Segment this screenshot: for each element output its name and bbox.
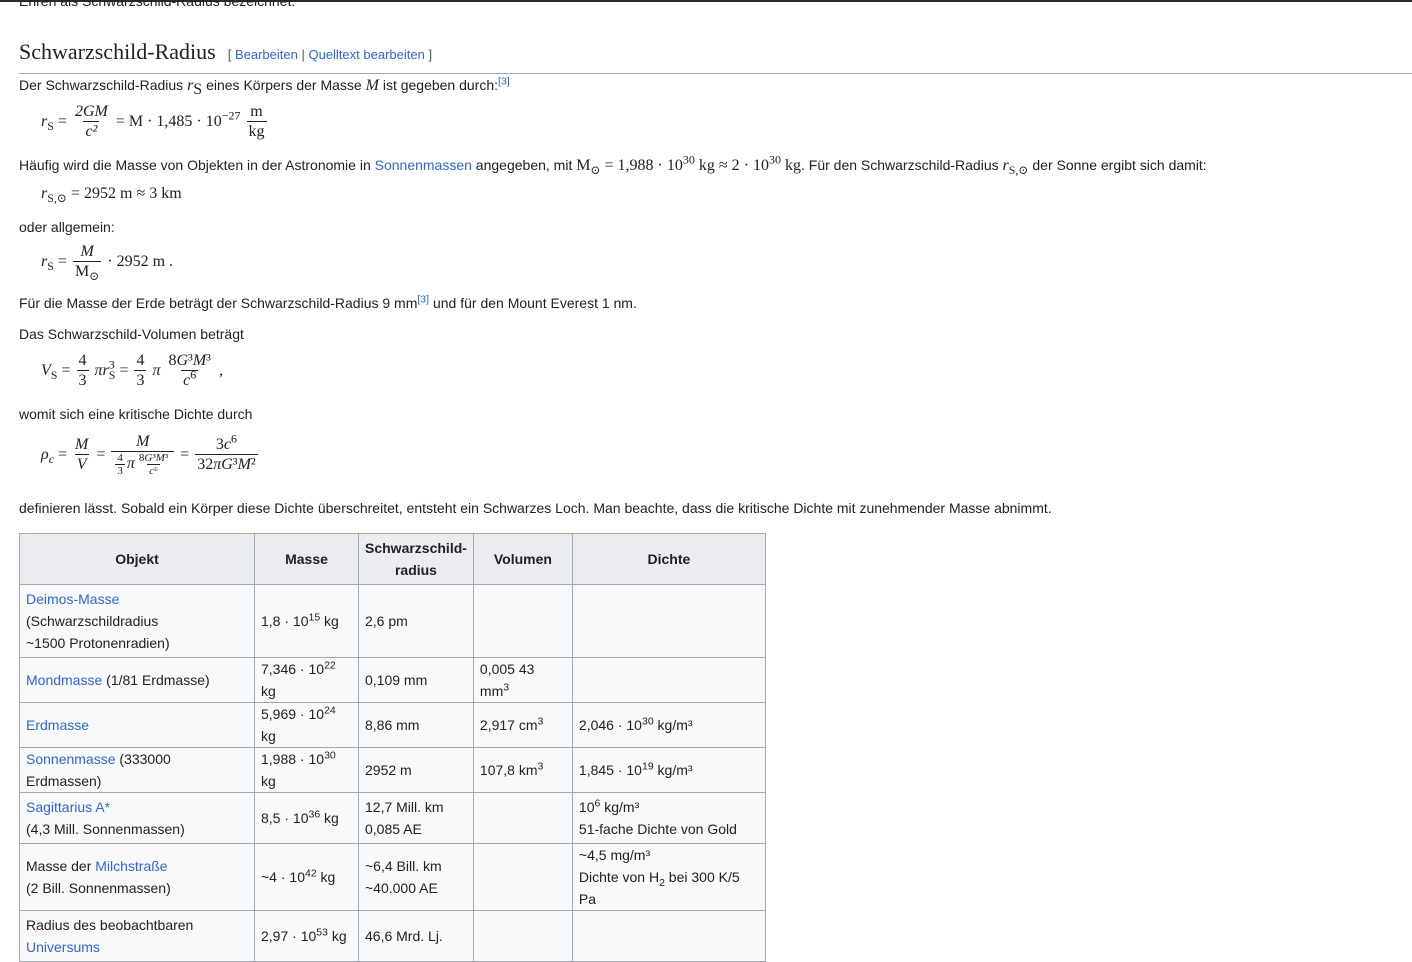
paragraph-density: womit sich eine kritische Dichte durch	[19, 406, 253, 422]
table-row: Deimos-Masse (Schwarzschildradius ~1500 Pr…	[19, 584, 766, 658]
formula-sun-radius: rS,⊙ = 2952 m ≈ 3 km	[41, 185, 182, 206]
table-row: Masse der Milchstraße (2 Bill. Sonnenmass…	[19, 843, 766, 911]
formula-volume: VS = 43 πr3S = 43π 8G³M³ c6,	[41, 352, 223, 389]
formula-schwarzschild-radius: rS = 2GM c² = M · 1,485 · 10−27 m kg	[41, 103, 267, 140]
col-radius: Schwarzschild-radius	[358, 533, 474, 585]
edit-source-link[interactable]: Quelltext bearbeiten	[308, 47, 424, 62]
link-universum[interactable]: Universums	[26, 939, 100, 955]
paragraph-sun: Häufig wird die Masse von Objekten in de…	[19, 152, 1207, 178]
formula-general: rS = M M⊙ · 2952 m.	[41, 243, 174, 284]
paragraph-intro: Der Schwarzschild-Radius rS eines Körper…	[19, 75, 510, 98]
density-table: Objekt Masse Schwarzschild-radius Volume…	[19, 533, 766, 962]
link-milchstrasse[interactable]: Milchstraße	[95, 858, 167, 874]
paragraph-earth: Für die Masse der Erde beträgt der Schwa…	[19, 293, 637, 311]
ref-link-2[interactable]: [3]	[417, 293, 429, 305]
col-masse: Masse	[254, 533, 359, 585]
link-sonnenmassen[interactable]: Sonnenmassen	[375, 157, 472, 173]
ref-link[interactable]: [3]	[498, 75, 510, 87]
table-row: Mondmasse (1/81 Erdmasse) 7,346 · 1022 k…	[19, 657, 766, 703]
previous-paragraph-cut: Ehren als Schwarzschild-Radius bezeichne…	[19, 0, 296, 9]
edit-section: [ Bearbeiten | Quelltext bearbeiten ]	[227, 47, 433, 62]
link-erdmasse[interactable]: Erdmasse	[26, 717, 89, 733]
paragraph-general: oder allgemein:	[19, 219, 115, 235]
paragraph-volume: Das Schwarzschild-Volumen beträgt	[19, 326, 244, 342]
section-title: Schwarzschild-Radius	[19, 39, 216, 64]
link-sagittarius[interactable]: Sagittarius A*	[26, 799, 110, 815]
formula-density: ρc = M V = M 4 3 π 8G³M³ c⁶ = 3c6 32πG³M²	[41, 431, 258, 477]
col-objekt: Objekt	[19, 533, 255, 585]
section-heading: Schwarzschild-Radius [ Bearbeiten | Quell…	[19, 38, 1412, 74]
table-row: Erdmasse 5,969 · 1024 kg 8,86 mm 2,917 c…	[19, 702, 766, 748]
edit-link[interactable]: Bearbeiten	[235, 47, 298, 62]
col-dichte: Dichte	[571, 533, 766, 585]
table-row: Radius des beobachtbaren Universums 2,97 …	[19, 910, 766, 962]
table-row: Sonnenmasse (333000 Erdmassen) 1,988 · 1…	[19, 747, 766, 793]
link-deimos[interactable]: Deimos-Masse	[26, 591, 119, 607]
link-sonnenmasse[interactable]: Sonnenmasse	[26, 751, 116, 767]
link-mondmasse[interactable]: Mondmasse	[26, 672, 102, 688]
table-row: Sagittarius A* (4,3 Mill. Sonnenmassen) 8…	[19, 792, 766, 844]
col-volumen: Volumen	[472, 533, 573, 585]
paragraph-definition: definieren lässt. Sobald ein Körper dies…	[19, 500, 1052, 516]
